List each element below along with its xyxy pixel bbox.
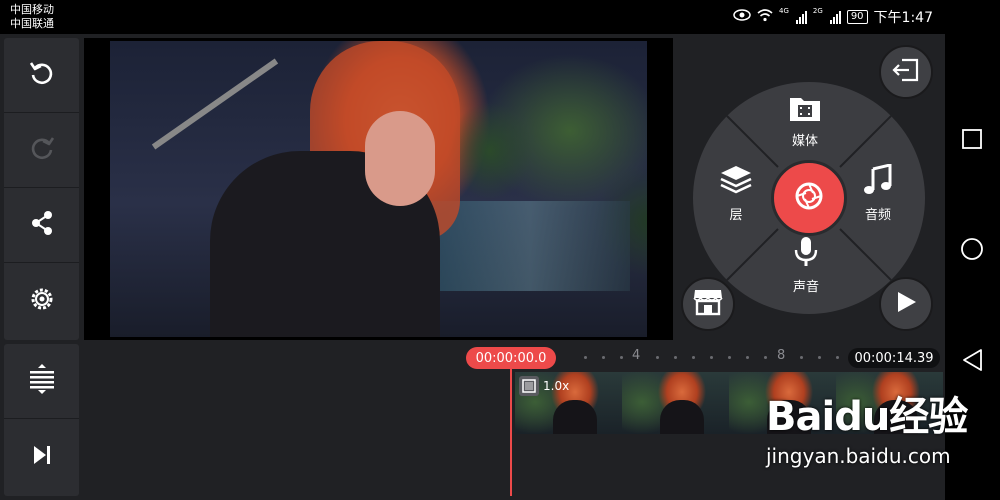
ruler-dot (818, 356, 821, 359)
film-folder-icon (789, 94, 821, 126)
redo-button[interactable] (4, 113, 79, 188)
play-button[interactable] (879, 277, 933, 331)
media-label: 媒体 (791, 134, 818, 149)
asset-store-button[interactable] (681, 277, 735, 331)
home-icon[interactable] (959, 236, 985, 262)
undo-button[interactable] (4, 38, 79, 113)
watermark-url: jingyan.baidu.com (766, 444, 951, 468)
ruler-dot (728, 356, 731, 359)
settings-button[interactable] (4, 263, 79, 338)
ruler-dot (746, 356, 749, 359)
battery-level: 90 (846, 10, 868, 24)
wifi-icon (757, 8, 773, 26)
clip-thumbnail (622, 372, 729, 434)
undo-icon (27, 58, 57, 92)
carrier-1: 中国移动 (10, 3, 54, 16)
video-preview[interactable] (84, 38, 673, 340)
ruler-dot (692, 356, 695, 359)
settings-icon (27, 284, 57, 318)
capture-button[interactable] (771, 160, 847, 236)
layer-label: 层 (729, 208, 743, 223)
total-duration: 00:00:14.39 (848, 348, 940, 368)
tick-label-4: 4 (632, 348, 641, 363)
skip-to-end-button[interactable] (4, 419, 79, 494)
share-icon (27, 208, 57, 242)
clip-speed: 1.0x (543, 379, 570, 393)
timeline-toolbar (4, 344, 79, 496)
playhead-time[interactable]: 00:00:00.0 (466, 347, 556, 369)
network-label-2: 2G (812, 7, 823, 15)
ruler-dot (674, 356, 677, 359)
clock: 下午1:47 (873, 10, 933, 26)
ruler-dot (764, 356, 767, 359)
voice-button[interactable]: 声音 (792, 236, 820, 295)
timeline-expand-icon (27, 363, 57, 399)
signal-icon-2 (829, 10, 841, 24)
share-button[interactable] (4, 188, 79, 263)
status-bar: 中国移动 中国联通 4G 2G 90 下午1:47 (0, 0, 945, 34)
play-icon (895, 290, 917, 318)
clip-badge: 1.0x (519, 376, 569, 396)
audio-button[interactable]: 音频 (863, 163, 893, 223)
ruler-dot (584, 356, 587, 359)
video-frame (110, 41, 647, 337)
ruler-dot (602, 356, 605, 359)
audio-label: 音频 (864, 208, 891, 223)
signal-icon-1 (795, 10, 807, 24)
skip-to-end-icon (30, 443, 54, 471)
back-icon[interactable] (959, 347, 985, 373)
microphone-icon (792, 236, 820, 272)
music-note-icon (863, 163, 893, 200)
store-icon (693, 288, 723, 320)
watermark-logo: Baidu经验 (766, 394, 968, 440)
layer-button[interactable]: 层 (719, 164, 753, 223)
app-screen: 中国移动 中国联通 4G 2G 90 下午1:47 媒体 层 音频 声音 4 8… (0, 0, 1000, 500)
network-label-1: 4G (779, 7, 789, 15)
media-button[interactable]: 媒体 (789, 94, 821, 149)
layers-icon (719, 164, 753, 200)
edit-toolbar (4, 38, 79, 340)
tick-label-8: 8 (777, 348, 786, 363)
voice-label: 声音 (792, 280, 819, 295)
redo-icon (27, 133, 57, 167)
ruler-dot (656, 356, 659, 359)
ruler-dot (836, 356, 839, 359)
ruler-dot (800, 356, 803, 359)
watermark: Baidu经验 jingyan.baidu.com (766, 384, 968, 468)
ruler-dot (710, 356, 713, 359)
media-wheel: 媒体 层 音频 声音 (693, 82, 925, 314)
recents-icon[interactable] (959, 126, 985, 152)
carrier-2: 中国联通 (10, 17, 54, 30)
ruler-dot (620, 356, 623, 359)
eye-icon (733, 9, 751, 25)
camera-shutter-icon (794, 181, 824, 215)
clip-film-icon (519, 376, 539, 396)
playhead[interactable] (510, 369, 512, 496)
timeline-expand-button[interactable] (4, 344, 79, 419)
status-right: 4G 2G 90 下午1:47 (733, 7, 933, 27)
